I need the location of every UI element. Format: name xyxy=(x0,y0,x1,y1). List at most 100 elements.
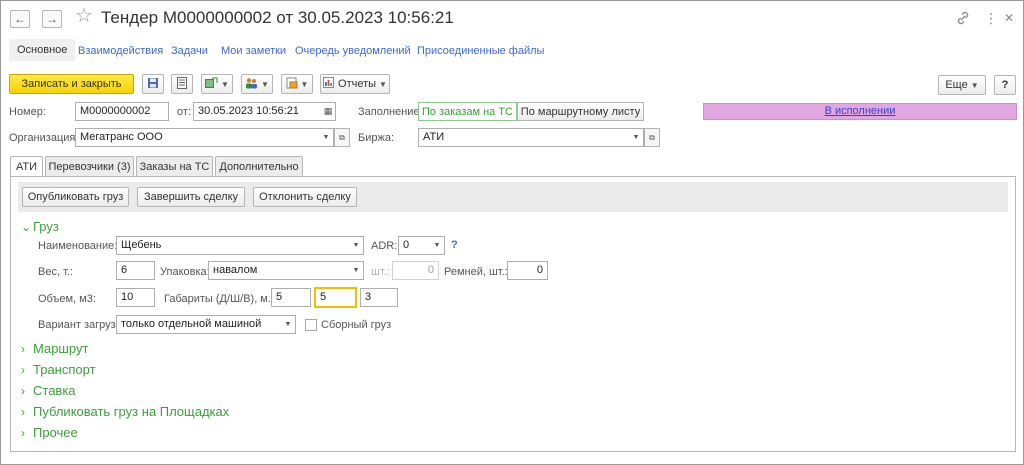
name-label: Наименование: xyxy=(38,240,118,252)
status-badge[interactable]: В исполнении xyxy=(703,103,1017,120)
section-route[interactable]: › Маршрут xyxy=(21,341,88,356)
section-rate[interactable]: › Ставка xyxy=(21,383,76,398)
chevron-right-icon: › xyxy=(21,342,25,356)
save-and-close-button[interactable]: Записать и закрыть xyxy=(9,74,134,94)
close-icon[interactable]: ✕ xyxy=(1004,11,1014,25)
date-label: от: xyxy=(177,106,191,118)
organization-field[interactable]: Мегатранс ООО ▼ xyxy=(75,128,334,147)
open-organization-button[interactable]: ⧉ xyxy=(334,128,350,147)
chevron-down-icon[interactable]: ▼ xyxy=(430,237,444,254)
page-title: Тендер М0000000002 от 30.05.2023 10:56:2… xyxy=(101,8,454,27)
help-button[interactable]: ? xyxy=(994,75,1016,95)
volume-label: Объем, м3: xyxy=(38,293,96,305)
tab-carriers[interactable]: Перевозчики (3) xyxy=(45,156,134,176)
fill-label: Заполнение: xyxy=(358,106,423,118)
nav-tab-interactions[interactable]: Взаимодействия xyxy=(78,45,163,57)
chevron-down-icon[interactable]: ▼ xyxy=(319,129,333,146)
chevron-down-icon: ▼ xyxy=(379,79,387,89)
section-cargo-label: Груз xyxy=(33,219,59,234)
chevron-down-icon[interactable]: ▼ xyxy=(349,262,363,279)
section-transport[interactable]: › Транспорт xyxy=(21,362,96,377)
dimension-length-field[interactable]: 5 xyxy=(271,288,311,307)
section-cargo[interactable]: ⌄ Груз xyxy=(21,219,59,234)
document-window: ← → ☆ Тендер М0000000002 от 30.05.2023 1… xyxy=(0,0,1024,465)
create-based-on-icon xyxy=(205,77,218,92)
users-button[interactable]: ▼ xyxy=(241,74,273,94)
belts-field[interactable]: 0 xyxy=(507,261,548,280)
reject-deal-button[interactable]: Отклонить сделку xyxy=(253,187,357,207)
forward-button[interactable]: → xyxy=(42,10,62,28)
more-vertical-icon[interactable]: ⋮ xyxy=(984,11,998,25)
loading-field[interactable]: только отдельной машиной ▼ xyxy=(116,315,296,334)
chevron-right-icon: › xyxy=(21,363,25,377)
weight-field[interactable]: 6 xyxy=(116,261,155,280)
loading-value: только отдельной машиной xyxy=(121,318,262,330)
nav-tab-attached-files[interactable]: Присоединенные файлы xyxy=(417,45,544,57)
adr-field[interactable]: 0 ▼ xyxy=(398,236,445,255)
section-publish-platforms[interactable]: › Публиковать груз на Площадках xyxy=(21,404,229,419)
volume-field[interactable]: 10 xyxy=(116,288,155,307)
organization-value: Мегатранс ООО xyxy=(80,131,163,143)
number-field[interactable]: М0000000002 xyxy=(75,102,169,121)
package-label: Упаковка: xyxy=(160,266,210,278)
document-list-button[interactable] xyxy=(171,74,193,94)
package-field[interactable]: навалом ▼ xyxy=(208,261,364,280)
fill-by-orders-option[interactable]: По заказам на ТС xyxy=(418,102,517,121)
section-other[interactable]: › Прочее xyxy=(21,425,78,440)
date-field[interactable]: 30.05.2023 10:56:21 ▦ xyxy=(193,102,336,121)
section-transport-label: Транспорт xyxy=(33,362,96,377)
open-link-icon: ⧉ xyxy=(649,132,655,142)
name-field[interactable]: Щебень ▼ xyxy=(116,236,364,255)
chevron-down-icon: ▼ xyxy=(300,79,309,89)
combined-cargo-label: Сборный груз xyxy=(321,319,392,331)
section-other-label: Прочее xyxy=(33,425,78,440)
nav-tab-notes[interactable]: Мои заметки xyxy=(221,45,286,57)
adr-help-link[interactable]: ? xyxy=(451,239,458,251)
complete-deal-button[interactable]: Завершить сделку xyxy=(137,187,245,207)
open-exchange-button[interactable]: ⧉ xyxy=(644,128,660,147)
dimension-width-field[interactable]: 5 xyxy=(314,287,357,308)
date-value: 30.05.2023 10:56:21 xyxy=(198,105,299,117)
chevron-down-icon[interactable]: ▼ xyxy=(349,237,363,254)
more-button[interactable]: Еще ▼ xyxy=(938,75,986,95)
nav-tab-notifications[interactable]: Очередь уведомлений xyxy=(295,45,411,57)
nav-tab-main[interactable]: Основное xyxy=(9,39,76,61)
nav-tab-tasks[interactable]: Задачи xyxy=(171,45,208,57)
calendar-icon[interactable]: ▦ xyxy=(321,103,335,120)
favorite-star-icon[interactable]: ☆ xyxy=(75,6,93,26)
pcs-field: 0 xyxy=(392,261,439,280)
save-button[interactable] xyxy=(142,74,164,94)
link-icon[interactable] xyxy=(956,11,970,28)
exchange-label: Биржа: xyxy=(358,132,395,144)
dimensions-label: Габариты (Д/Ш/В), м.: xyxy=(164,293,274,305)
exchange-field[interactable]: АТИ ▼ xyxy=(418,128,644,147)
dimension-height-field[interactable]: 3 xyxy=(360,288,398,307)
organization-label: Организация: xyxy=(9,132,79,144)
reports-button[interactable]: Отчеты ▼ xyxy=(320,74,390,94)
create-based-on-button[interactable]: ▼ xyxy=(201,74,233,94)
open-link-icon: ⧉ xyxy=(339,132,345,142)
print-button[interactable]: ▼ xyxy=(281,74,313,94)
combined-cargo-checkbox[interactable] xyxy=(305,319,317,331)
number-label: Номер: xyxy=(9,106,46,118)
loading-label: Вариант загрузки xyxy=(38,319,127,331)
weight-label: Вес, т.: xyxy=(38,266,73,278)
section-rate-label: Ставка xyxy=(33,383,76,398)
chevron-right-icon: › xyxy=(21,426,25,440)
publish-cargo-button[interactable]: Опубликовать груз xyxy=(22,187,129,207)
adr-value: 0 xyxy=(403,239,410,251)
chevron-down-icon[interactable]: ▼ xyxy=(281,316,295,333)
fill-by-route-sheet-option[interactable]: По маршрутному листу xyxy=(517,102,644,121)
tab-additional[interactable]: Дополнительно xyxy=(215,156,303,176)
tab-orders[interactable]: Заказы на ТС xyxy=(136,156,213,176)
chevron-down-icon[interactable]: ▼ xyxy=(629,129,643,146)
exchange-value: АТИ xyxy=(423,131,445,143)
more-label: Еще xyxy=(945,79,968,91)
arrow-right-icon: → xyxy=(46,12,58,26)
back-button[interactable]: ← xyxy=(10,10,30,28)
tab-ati[interactable]: АТИ xyxy=(10,156,43,177)
section-route-label: Маршрут xyxy=(33,341,89,356)
name-value: Щебень xyxy=(121,239,162,251)
document-icon xyxy=(177,76,187,92)
chevron-down-icon: ▼ xyxy=(261,79,269,89)
